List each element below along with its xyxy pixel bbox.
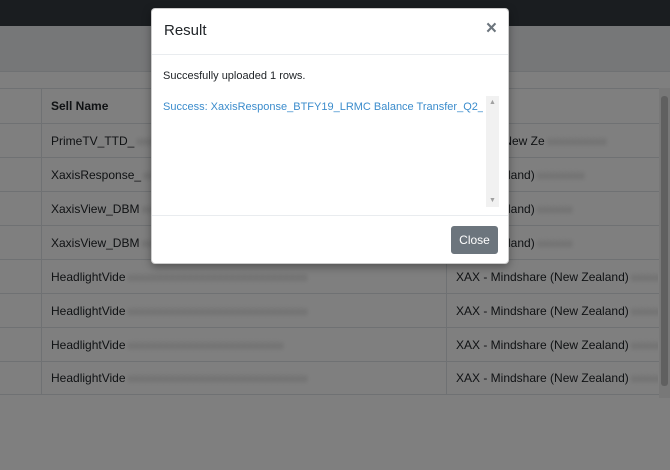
scroll-up-arrow-icon[interactable]: ▲	[486, 97, 499, 108]
result-textarea[interactable]: Success: XaxisResponse_BTFY19_LRMC Balan…	[163, 96, 499, 207]
scroll-down-arrow-icon[interactable]: ▼	[486, 195, 499, 206]
dialog-footer: Close	[152, 215, 508, 265]
result-scrollbar[interactable]: ▲ ▼	[486, 96, 499, 207]
close-icon[interactable]: ×	[486, 19, 497, 38]
result-line: Success: XaxisResponse_BTFY19_LRMC Balan…	[163, 101, 483, 113]
close-button[interactable]: Close	[451, 226, 498, 254]
dialog-title: Result	[164, 22, 207, 39]
dialog-body: Succesfully uploaded 1 rows. Success: Xa…	[152, 55, 508, 215]
upload-status-message: Succesfully uploaded 1 rows.	[163, 70, 306, 82]
dialog-header: Result ×	[152, 9, 508, 55]
result-dialog: Result × Succesfully uploaded 1 rows. Su…	[151, 8, 509, 264]
